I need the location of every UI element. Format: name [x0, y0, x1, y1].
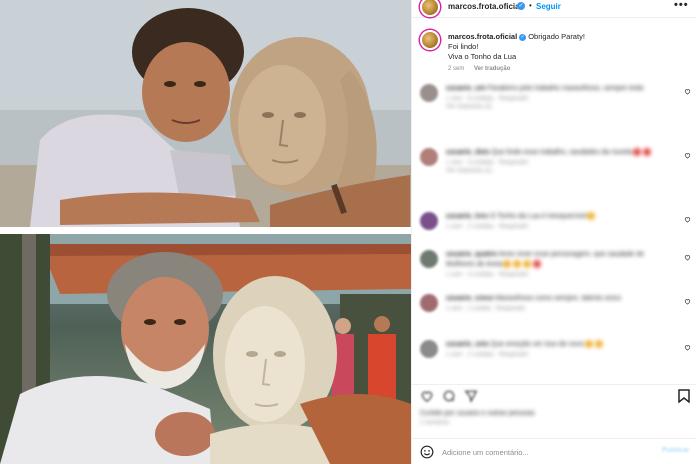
photo-divider	[0, 227, 411, 234]
verified-badge-icon: ✓	[517, 2, 525, 10]
caption-line-1: marcos.frota.oficial ✓ Obrigado Paraty!	[448, 32, 585, 41]
heart-icon[interactable]	[684, 88, 691, 95]
commenter-avatar[interactable]	[420, 294, 438, 312]
post-time: 2 semanas	[420, 420, 450, 426]
reply-button[interactable]: Responder	[499, 160, 528, 166]
comment-likes[interactable]: 3 curtidas	[468, 160, 494, 166]
list-item: usuario_um Parabéns pelo trabalho maravi…	[412, 84, 696, 124]
verified-badge-icon: ✓	[519, 33, 527, 41]
reply-button[interactable]: Responder	[496, 306, 525, 312]
commenter-avatar[interactable]	[420, 340, 438, 358]
emoji-icon[interactable]	[420, 445, 434, 459]
comment-likes[interactable]: 4 curtidas	[468, 272, 494, 278]
commenter-avatar[interactable]	[420, 84, 438, 102]
comment-icon[interactable]	[442, 389, 456, 403]
list-item: usuario_dois Que lindo esse trabalho, sa…	[412, 148, 696, 188]
reply-button[interactable]: Responder	[499, 352, 528, 358]
comment-text: Maravilhoso como sempre, talento único	[495, 295, 622, 302]
post-side-panel: marcos.frota.oficial ✓ • Seguir ••• marc…	[411, 0, 696, 464]
post-media[interactable]	[0, 0, 411, 464]
commenter-username[interactable]: usuario_tres	[446, 213, 488, 220]
comment-input[interactable]	[442, 445, 642, 459]
comment-time: 1 sem	[446, 306, 463, 312]
post-caption: marcos.frota.oficial ✓ Obrigado Paraty! Fo…	[412, 24, 696, 80]
comment-time: 1 sem	[446, 352, 463, 358]
share-icon[interactable]	[464, 389, 478, 403]
author-username[interactable]: marcos.frota.oficial	[448, 2, 522, 11]
list-item: usuario_seis Que emoção ver isso de novo…	[412, 340, 696, 380]
add-comment-bar: Publicar	[412, 438, 696, 464]
list-item: usuario_quatro Amei rever esse personage…	[412, 250, 696, 290]
commenter-avatar[interactable]	[420, 250, 438, 268]
comment-text: Parabéns pelo trabalho maravilhoso, semp…	[487, 85, 644, 92]
commenter-username[interactable]: usuario_cinco	[446, 295, 493, 302]
list-item: usuario_cinco Maravilhoso como sempre, t…	[412, 294, 696, 334]
bookmark-icon[interactable]	[678, 389, 690, 404]
commenter-avatar[interactable]	[420, 212, 438, 230]
list-item: usuario_tres O Tonho da Lua é inesquecív…	[412, 212, 696, 252]
post-comment-button[interactable]: Publicar	[662, 447, 690, 454]
likes-text[interactable]: Curtido por usuario e outras pessoas	[420, 410, 535, 417]
heart-icon[interactable]	[684, 298, 691, 305]
heart-icon[interactable]	[684, 344, 691, 351]
comment-time: 1 sem	[446, 96, 463, 102]
commenter-avatar[interactable]	[420, 148, 438, 166]
comments-list: usuario_um Parabéns pelo trabalho maravi…	[412, 84, 696, 374]
comment-likes[interactable]: 2 curtidas	[468, 224, 494, 230]
commenter-username[interactable]: usuario_quatro	[446, 251, 497, 258]
follow-button[interactable]: Seguir	[536, 2, 561, 11]
view-replies-link[interactable]: Ver respostas (2)	[446, 104, 671, 110]
commenter-username[interactable]: usuario_dois	[446, 149, 490, 156]
commenter-username[interactable]: usuario_um	[446, 85, 486, 92]
heart-icon[interactable]	[684, 216, 691, 223]
caption-avatar[interactable]	[420, 30, 440, 50]
comment-text: Que emoção ver isso de novo	[490, 341, 584, 348]
caption-line-2: Foi lindo!	[448, 42, 479, 51]
author-avatar[interactable]	[420, 0, 440, 17]
comment-likes[interactable]: 1 curtida	[468, 306, 491, 312]
see-translation-link[interactable]: Ver tradução	[474, 66, 510, 72]
photo-young-man-with-sand-sculpture	[0, 0, 411, 227]
photo-older-man-with-sculpture	[0, 234, 411, 464]
likes-summary[interactable]: Curtido por usuario e outras pessoas 2 s…	[420, 410, 640, 426]
caption-line-3: Viva o Tonho da Lua	[448, 52, 517, 61]
separator-dot: •	[529, 1, 532, 10]
caption-meta: 2 sem Ver tradução	[448, 66, 510, 72]
comment-time: 1 sem	[446, 272, 463, 278]
commenter-username[interactable]: usuario_seis	[446, 341, 489, 348]
heart-icon[interactable]	[684, 152, 691, 159]
post-actions	[412, 384, 696, 406]
comment-text: O Tonho da Lua é inesquecível	[489, 213, 587, 220]
reply-button[interactable]: Responder	[499, 96, 528, 102]
post-header: marcos.frota.oficial ✓ • Seguir •••	[412, 0, 696, 18]
reply-button[interactable]: Responder	[499, 272, 528, 278]
reply-button[interactable]: Responder	[499, 224, 528, 230]
comment-likes[interactable]: 8 curtidas	[468, 96, 494, 102]
caption-username[interactable]: marcos.frota.oficial	[448, 32, 517, 41]
more-options-icon[interactable]: •••	[674, 0, 689, 11]
comment-time: 1 sem	[446, 160, 463, 166]
heart-icon[interactable]	[420, 389, 434, 403]
comment-text: Que lindo esse trabalho, saudades da nov…	[491, 149, 633, 156]
caption-text: Obrigado Paraty!	[528, 32, 585, 41]
caption-time: 2 sem	[448, 66, 465, 72]
heart-icon[interactable]	[684, 254, 691, 261]
view-replies-link[interactable]: Ver respostas (1)	[446, 168, 671, 174]
comment-time: 1 sem	[446, 224, 463, 230]
comment-likes[interactable]: 2 curtidas	[468, 352, 494, 358]
